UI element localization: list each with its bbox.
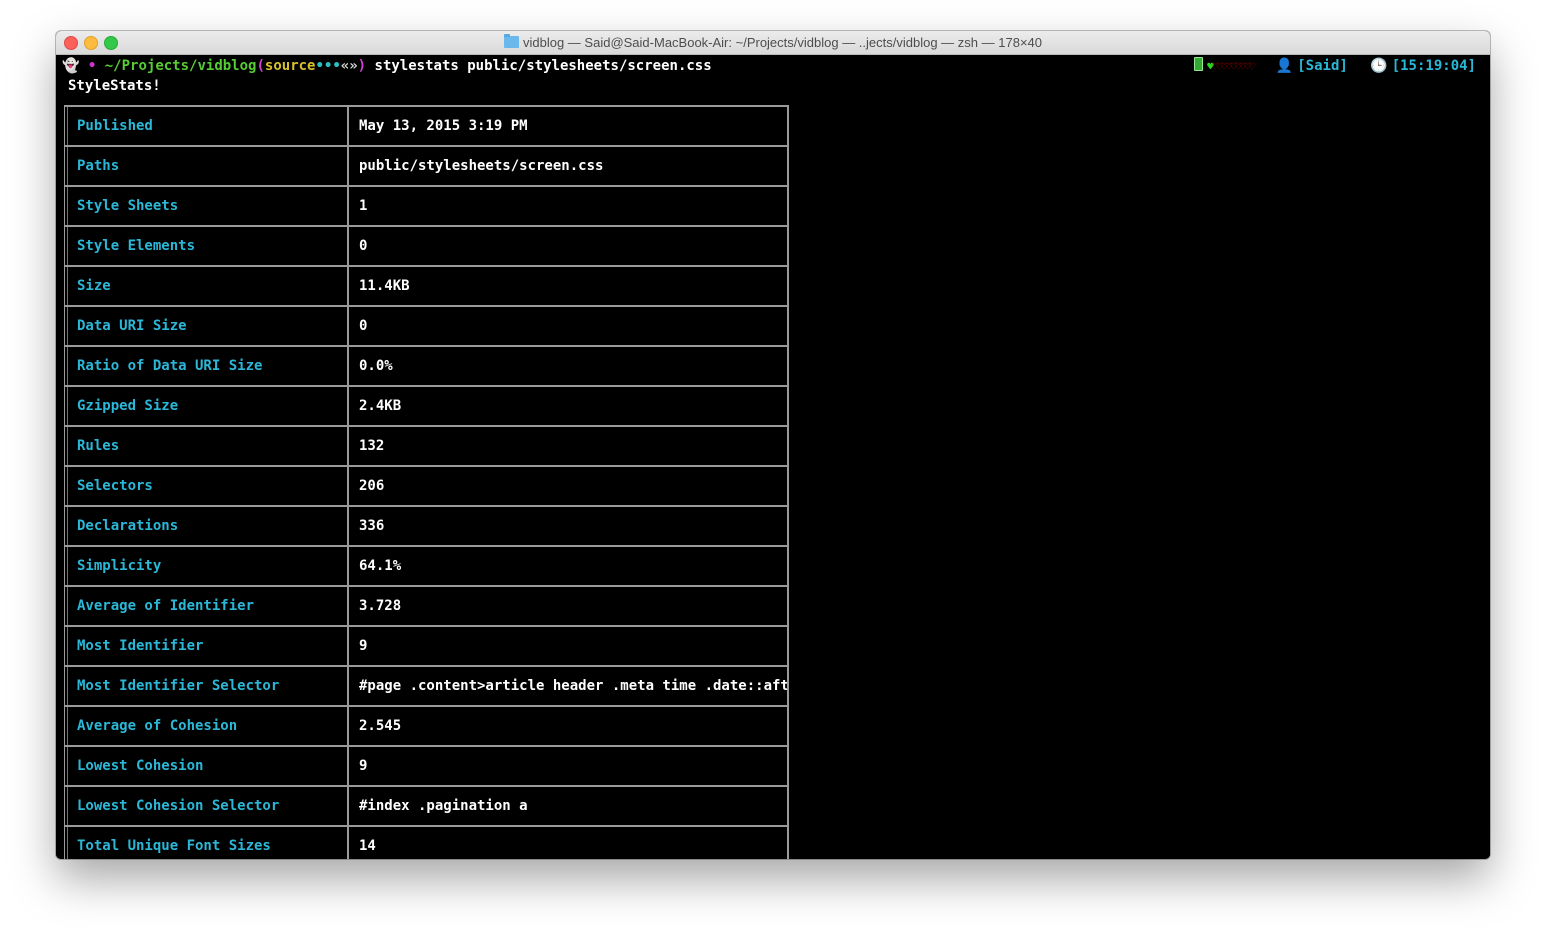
prompt-path: ~/Projects/vidblog	[104, 58, 257, 74]
window-title-wrap: vidblog — Said@Said-MacBook-Air: ~/Proje…	[56, 34, 1490, 50]
stat-label: Declarations	[65, 507, 349, 545]
terminal-content[interactable]: 👻 • ~/Projects/vidblog(source•••«») styl…	[56, 55, 1490, 859]
table-row: Declarations 336	[65, 507, 787, 547]
stat-label: Lowest Cohesion	[65, 747, 349, 785]
window-title: vidblog — Said@Said-MacBook-Air: ~/Proje…	[523, 35, 1042, 50]
stat-label: Gzipped Size	[65, 387, 349, 425]
table-row: Most Identifier Selector #page .content>a…	[65, 667, 787, 707]
stat-value: #index .pagination a	[359, 798, 528, 814]
shell-prompt: 👻 • ~/Projects/vidblog(source•••«») styl…	[62, 57, 712, 75]
stat-value: 2.545	[359, 718, 402, 734]
stat-label: Simplicity	[65, 547, 349, 585]
table-row: Lowest Cohesion 9	[65, 747, 787, 787]
typed-command: stylestats public/stylesheets/screen.css	[374, 58, 712, 74]
stat-label: Total Unique Font Sizes	[65, 827, 349, 859]
stat-label: Data URI Size	[65, 307, 349, 345]
branch-open-paren: (	[256, 58, 265, 74]
battery-icon	[1194, 57, 1204, 71]
stat-value: 11.4KB	[359, 278, 410, 294]
table-row: Average of Cohesion 2.545	[65, 707, 787, 747]
table-row: Paths public/stylesheets/screen.css	[65, 147, 787, 187]
stat-value: 9	[359, 758, 368, 774]
stat-label: Published	[65, 107, 349, 145]
prompt-bullet: •	[87, 58, 97, 74]
prompt-time: [15:19:04]	[1391, 58, 1476, 74]
stat-label: Rules	[65, 427, 349, 465]
table-row: Selectors 206	[65, 467, 787, 507]
table-row: Size 11.4KB	[65, 267, 787, 307]
stat-value: 3.728	[359, 598, 402, 614]
stat-value: 336	[359, 518, 385, 534]
table-row: Simplicity 64.1%	[65, 547, 787, 587]
stats-table: Published May 13, 2015 3:19 PM Paths public…	[64, 105, 789, 859]
stat-value: 2.4KB	[359, 398, 402, 414]
output-banner: StyleStats!	[68, 78, 161, 94]
stat-value: 0.0%	[359, 358, 393, 374]
branch-close-paren: )	[357, 58, 367, 74]
clock-icon: 🕒	[1370, 58, 1388, 74]
stat-value: May 13, 2015 3:19 PM	[359, 118, 528, 134]
stat-label: Most Identifier	[65, 627, 349, 665]
table-row: Style Sheets 1	[65, 187, 787, 227]
stat-label: Lowest Cohesion Selector	[65, 787, 349, 825]
stat-label: Ratio of Data URI Size	[65, 347, 349, 385]
table-row: Style Elements 0	[65, 227, 787, 267]
git-branch: source	[264, 58, 316, 74]
table-row: Total Unique Font Sizes 14	[65, 827, 787, 859]
stat-value: 132	[359, 438, 385, 454]
git-dirty-dots: •••	[315, 58, 341, 74]
terminal-window: vidblog — Said@Said-MacBook-Air: ~/Proje…	[56, 31, 1490, 859]
right-prompt: ♥♡♡♡♡♡♡♡♡♡ 👤 [Said] 🕒 [15:19:04]	[1194, 57, 1476, 75]
table-row: Average of Identifier 3.728	[65, 587, 787, 627]
ghost-icon: 👻	[62, 58, 80, 74]
stat-value: 0	[359, 318, 368, 334]
stat-value: #page .content>article header .meta time…	[359, 678, 787, 694]
table-row: Data URI Size 0	[65, 307, 787, 347]
git-arrows: «»	[340, 58, 358, 74]
user-icon: 👤	[1275, 58, 1294, 74]
table-row: Published May 13, 2015 3:19 PM	[65, 107, 787, 147]
battery-hearts: ♥♡♡♡♡♡♡♡♡♡	[1207, 60, 1255, 73]
stat-label: Selectors	[65, 467, 349, 505]
stat-value: 64.1%	[359, 558, 402, 574]
stat-value: 9	[359, 638, 368, 654]
stat-label: Average of Identifier	[65, 587, 349, 625]
table-row: Most Identifier 9	[65, 627, 787, 667]
stat-label: Most Identifier Selector	[65, 667, 349, 705]
folder-icon	[504, 34, 519, 48]
stat-label: Style Sheets	[65, 187, 349, 225]
title-bar[interactable]: vidblog — Said@Said-MacBook-Air: ~/Proje…	[56, 31, 1490, 55]
stat-label: Style Elements	[65, 227, 349, 265]
stat-label: Average of Cohesion	[65, 707, 349, 745]
table-row: Gzipped Size 2.4KB	[65, 387, 787, 427]
stat-value: 14	[359, 838, 376, 854]
stat-label: Paths	[65, 147, 349, 185]
stat-value: public/stylesheets/screen.css	[359, 158, 604, 174]
table-row: Ratio of Data URI Size 0.0%	[65, 347, 787, 387]
stat-value: 206	[359, 478, 385, 494]
table-row: Rules 132	[65, 427, 787, 467]
table-row: Lowest Cohesion Selector #index .paginati…	[65, 787, 787, 827]
prompt-user: [Said]	[1297, 58, 1348, 74]
stat-value: 0	[359, 238, 368, 254]
stat-label: Size	[65, 267, 349, 305]
stat-value: 1	[359, 198, 368, 214]
